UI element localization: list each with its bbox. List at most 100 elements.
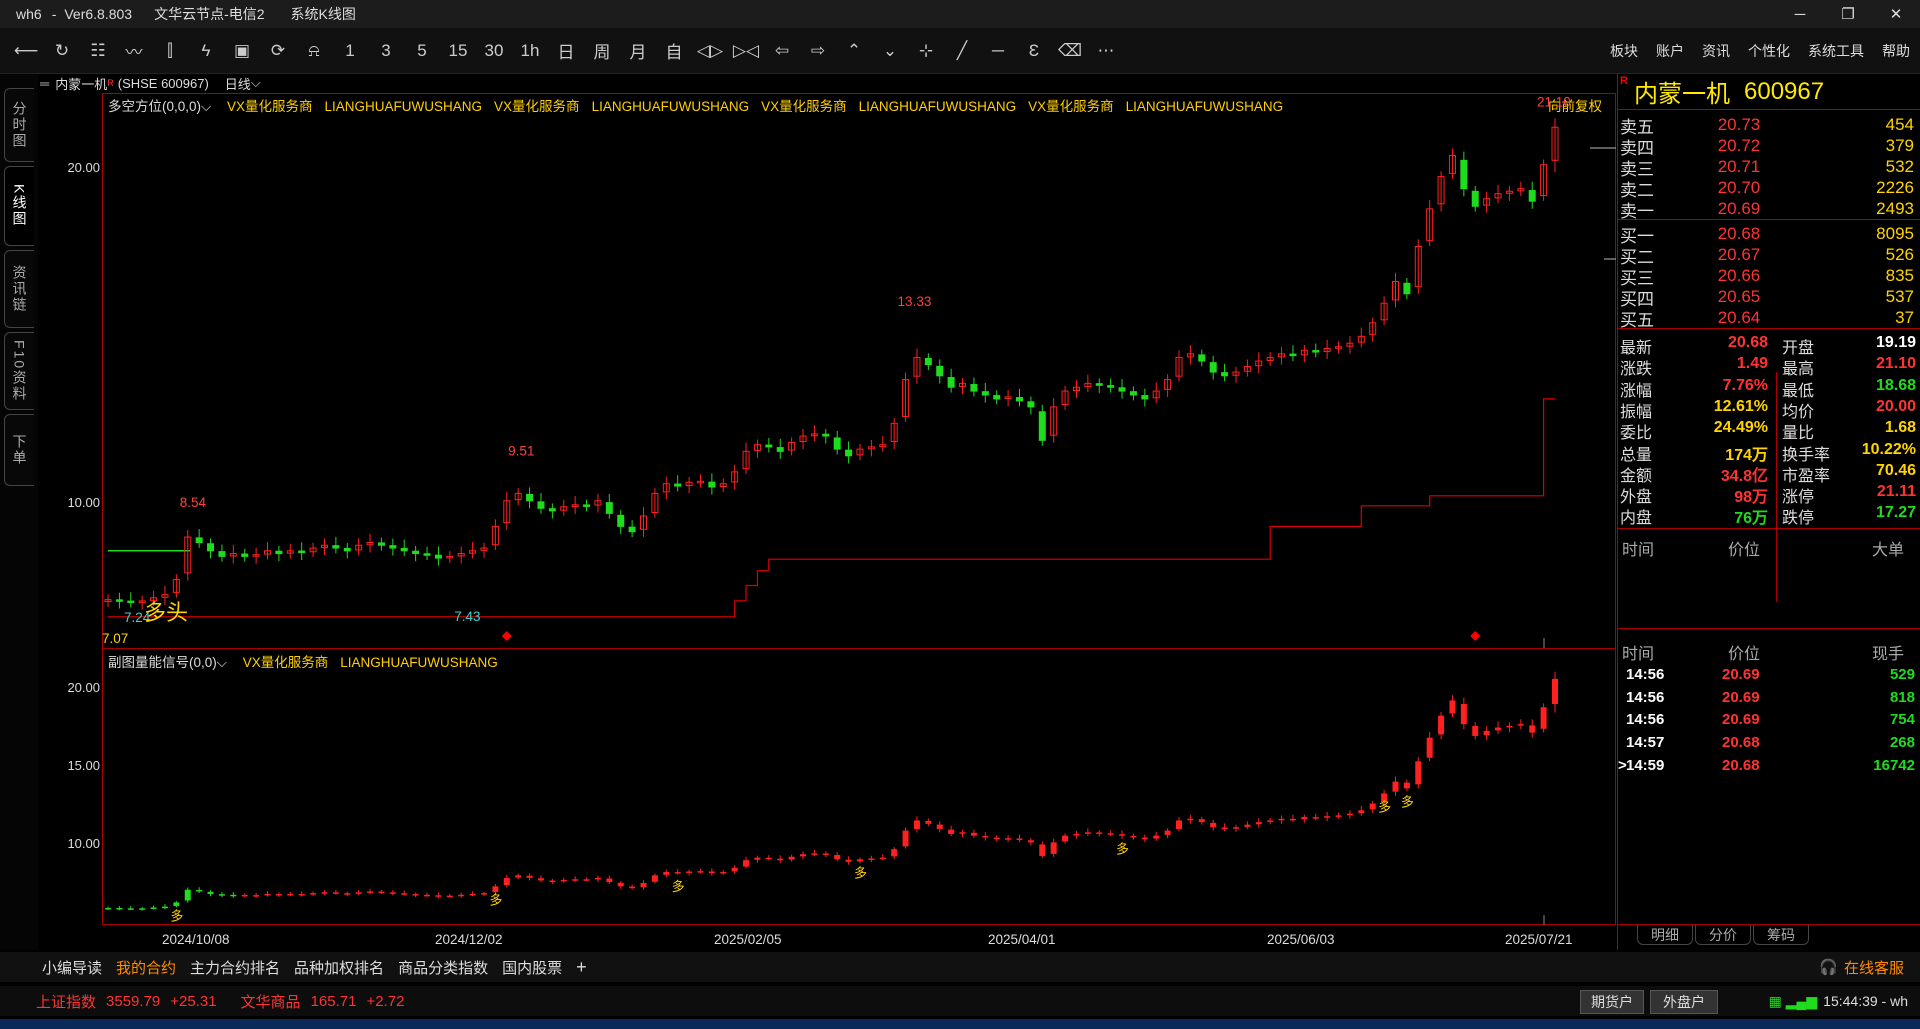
sub-candle-body bbox=[480, 893, 487, 895]
sub-candle-body bbox=[970, 832, 977, 836]
detail-tab-2[interactable]: 筹码 bbox=[1753, 925, 1809, 945]
stat-value: 20.00 bbox=[1875, 397, 1916, 415]
sub-candle-body bbox=[1403, 782, 1410, 789]
stat-value: 1.49 bbox=[1736, 355, 1768, 373]
sub-candle-body bbox=[367, 891, 374, 893]
sub-candle-body bbox=[1346, 813, 1353, 816]
sub-candle-body bbox=[127, 908, 134, 910]
quote-panel: R 内蒙一机 600967 卖五 20.73 454 卖四 20.72 379 卖三 20.7… bbox=[1617, 74, 1920, 950]
futures-account-button[interactable]: 期货户 bbox=[1580, 990, 1644, 1014]
bottom-tab-2[interactable]: 主力合约排名 bbox=[190, 957, 280, 978]
sub-candle-body bbox=[275, 894, 282, 896]
sub-candle-body bbox=[1255, 822, 1262, 825]
menu-item-2[interactable]: 资讯 bbox=[1702, 41, 1730, 61]
col-time: 时间 bbox=[1622, 645, 1655, 663]
orderbook-divider bbox=[1618, 219, 1920, 220]
sub-candle-body bbox=[788, 856, 795, 860]
index1-name[interactable]: 上证指数 bbox=[36, 991, 96, 1012]
sub-candle-body bbox=[1483, 730, 1490, 736]
candle-body bbox=[833, 437, 841, 450]
sub-candle-body bbox=[1119, 834, 1126, 836]
detail-tab-0[interactable]: 明细 bbox=[1637, 925, 1693, 945]
bottom-tab-3[interactable]: 品种加权排名 bbox=[294, 957, 384, 978]
sub-candle-body bbox=[856, 859, 863, 862]
stat-label: 跌停 bbox=[1782, 510, 1815, 528]
sub-candle-body bbox=[332, 892, 339, 894]
tick-row[interactable]: 14:56 20.69 818 bbox=[1618, 689, 1920, 713]
sub-candle-body bbox=[230, 894, 237, 897]
trend-label: 多头 bbox=[144, 600, 188, 625]
sub-candle-body bbox=[1278, 818, 1285, 821]
bottom-tab-0[interactable]: 小编导读 bbox=[42, 957, 102, 978]
sub-candle-body bbox=[196, 889, 203, 892]
sub-candle-body bbox=[686, 871, 693, 873]
sub-candle-body bbox=[424, 894, 431, 897]
bottom-tab-1[interactable]: 我的合约 bbox=[116, 957, 176, 978]
menu-item-3[interactable]: 个性化 bbox=[1748, 41, 1790, 61]
bid-volume: 8095 bbox=[1876, 224, 1914, 243]
sub-candle-body bbox=[777, 858, 784, 861]
sub-candle-body bbox=[1210, 822, 1217, 828]
sub-candle-body bbox=[310, 893, 317, 895]
bottom-tab-5[interactable]: 国内股票 bbox=[502, 957, 562, 978]
sub-candle-body bbox=[1324, 816, 1331, 818]
col-big: 大单 bbox=[1872, 541, 1905, 559]
sub-candle-body bbox=[1232, 827, 1239, 829]
sub-candle-body bbox=[1198, 819, 1205, 823]
detail-tabs: 明细 分价 筹码 bbox=[1617, 924, 1920, 946]
tick-row[interactable]: >14:59 20.68 16742 bbox=[1618, 757, 1920, 781]
tick-price: 20.69 bbox=[1722, 688, 1760, 706]
tick-row[interactable]: 14:56 20.69 529 bbox=[1618, 666, 1920, 690]
sub-candle-body bbox=[1027, 840, 1034, 843]
bid-price: 20.65 bbox=[1717, 287, 1761, 306]
candle-body bbox=[1209, 362, 1217, 373]
tick-volume: 268 bbox=[1889, 734, 1915, 752]
close-button[interactable]: ✕ bbox=[1872, 0, 1920, 28]
sub-candle-body bbox=[948, 829, 955, 834]
candle-body bbox=[548, 508, 556, 512]
high-label: 21.10 bbox=[1537, 94, 1571, 109]
sub-candle-body bbox=[1187, 818, 1194, 821]
col-vol: 现手 bbox=[1872, 645, 1905, 663]
clock-text: 15:44:39 - wh bbox=[1823, 993, 1908, 1009]
stat-value: 20.68 bbox=[1727, 334, 1768, 351]
bid-price: 20.68 bbox=[1717, 224, 1761, 243]
signal-diamond bbox=[501, 631, 512, 641]
sub-candle-body bbox=[765, 857, 772, 860]
sub-candle-body bbox=[116, 908, 123, 910]
stat-value: 70.46 bbox=[1875, 461, 1916, 479]
sub-candle-body bbox=[1039, 844, 1046, 856]
menu-item-1[interactable]: 账户 bbox=[1656, 41, 1684, 61]
kline-plot[interactable]: 8.547.439.5113.3321.107.247.07多头多多多多多多多 bbox=[0, 0, 1617, 930]
restore-button[interactable]: ❐ bbox=[1824, 0, 1872, 28]
high-label: 9.51 bbox=[508, 443, 534, 458]
x-tick: 2025/07/21 bbox=[1505, 932, 1573, 947]
sub-candle-body bbox=[355, 892, 362, 894]
tick-row[interactable]: 14:57 20.68 268 bbox=[1618, 734, 1920, 758]
high-label: 13.33 bbox=[898, 294, 932, 309]
sub-candle-body bbox=[1050, 842, 1057, 854]
foreign-account-button[interactable]: 外盘户 bbox=[1650, 990, 1718, 1014]
sub-candle-body bbox=[1460, 704, 1467, 725]
sub-candle-body bbox=[1438, 715, 1445, 735]
candle-body bbox=[1141, 395, 1149, 400]
index2-name[interactable]: 文华商品 bbox=[241, 991, 301, 1012]
online-service[interactable]: 🎧 在线客服 bbox=[1819, 952, 1904, 982]
detail-tab-1[interactable]: 分价 bbox=[1695, 925, 1751, 945]
col-price: 价位 bbox=[1728, 645, 1761, 663]
sub-candle-body bbox=[1449, 700, 1456, 714]
sub-candle-body bbox=[1540, 707, 1547, 729]
bottom-tab-4[interactable]: 商品分类指数 bbox=[398, 957, 488, 978]
menu-item-5[interactable]: 帮助 bbox=[1882, 41, 1910, 61]
ask-volume: 379 bbox=[1885, 136, 1914, 155]
minimize-button[interactable]: ─ bbox=[1776, 0, 1824, 28]
candle-body bbox=[993, 395, 1001, 400]
main-menu: 板块 账户 资讯 个性化 系统工具 帮助 bbox=[1592, 28, 1910, 74]
sub-candle-body bbox=[1415, 761, 1422, 785]
sub-candle-body bbox=[241, 894, 248, 897]
tick-row[interactable]: 14:56 20.69 754 bbox=[1618, 711, 1920, 735]
add-tab-button[interactable]: + bbox=[576, 957, 587, 978]
sub-candle-body bbox=[492, 886, 499, 893]
menu-item-4[interactable]: 系统工具 bbox=[1808, 41, 1864, 61]
ask-price: 20.69 bbox=[1717, 199, 1761, 218]
